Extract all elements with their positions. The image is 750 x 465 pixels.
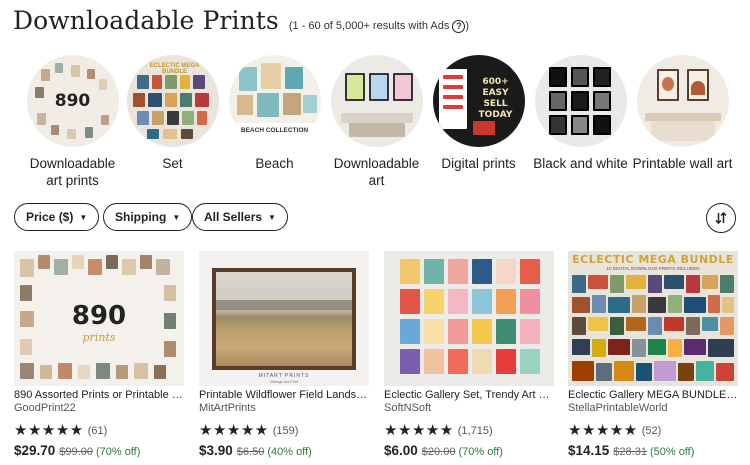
- category-beach[interactable]: BEACH COLLECTION Beach: [222, 55, 327, 172]
- category-image: BEACH COLLECTION: [228, 55, 321, 147]
- listing-card[interactable]: ECLECTIC MEGA BUNDLE 10 DIGITAL DOWNLOAD…: [568, 251, 738, 458]
- sale-price: $6.00: [384, 443, 418, 458]
- price-row: $6.00 $20.00 (70% off): [384, 443, 554, 458]
- sale-price: $3.90: [199, 443, 233, 458]
- filter-bar: Price ($) ▼ Shipping ▼ All Sellers ▼: [14, 203, 736, 233]
- caret-down-icon: ▼: [268, 212, 276, 222]
- review-count: (61): [87, 424, 108, 437]
- listing-image[interactable]: 890 prints: [14, 251, 184, 386]
- listing-title[interactable]: 890 Assorted Prints or Printable Wall Ar…: [14, 389, 184, 401]
- category-image: ECLECTIC MEGA BUNDLE: [126, 55, 219, 147]
- sale-price: $14.15: [568, 443, 610, 458]
- results-count: (1 - 60 of 5,000+ results with Ads ? ): [288, 19, 470, 33]
- price-filter-button[interactable]: Price ($) ▼: [14, 203, 100, 231]
- listing-card[interactable]: Eclectic Gallery Set, Trendy Art Prints …: [384, 251, 554, 458]
- category-label: Set: [162, 156, 183, 171]
- category-label: Downloadable art: [333, 156, 420, 188]
- category-circle-text: 890: [54, 91, 91, 111]
- listing-image-text: ECLECTIC MEGA BUNDLE: [572, 253, 734, 266]
- category-set[interactable]: ECLECTIC MEGA BUNDLE Set: [120, 55, 225, 172]
- price-row: $29.70 $99.00 (70% off): [14, 443, 184, 458]
- sort-icon: [715, 212, 727, 224]
- caret-down-icon: ▼: [172, 212, 181, 222]
- category-image: 600+ EASY SELL TODAY: [432, 55, 525, 147]
- listing-card[interactable]: 890 prints 890 Assorted Prints or Printa…: [14, 251, 184, 458]
- category-printable-wall-art[interactable]: Printable wall art: [630, 55, 735, 172]
- original-price: $99.00: [59, 446, 93, 458]
- shop-name[interactable]: MitArtPrints: [199, 402, 369, 414]
- category-label: Black and white: [533, 156, 628, 171]
- original-price: $20.00: [421, 446, 456, 458]
- listing-title[interactable]: Printable Wildflower Field Landscape: [199, 389, 369, 401]
- rating: ★★★★★ (61): [14, 423, 184, 438]
- star-rating-icon: ★★★★★: [384, 422, 454, 439]
- listing-image[interactable]: [384, 251, 554, 386]
- page-title: Downloadable Prints: [13, 6, 279, 35]
- category-image: 890: [26, 55, 119, 147]
- sellers-filter-label: All Sellers: [204, 210, 263, 224]
- discount: (70% off): [95, 446, 141, 458]
- results-close: ): [465, 20, 470, 32]
- price-row: $3.90 $6.50 (40% off): [199, 443, 369, 458]
- listing-image-subtext: prints: [82, 331, 116, 344]
- listing-title[interactable]: Eclectic Gallery MEGA BUNDLE Printable: [568, 389, 738, 401]
- shop-name[interactable]: SoftNSoft: [384, 402, 554, 414]
- rating: ★★★★★ (1,715): [384, 423, 554, 438]
- category-label: Beach: [255, 156, 294, 171]
- listing-image[interactable]: ECLECTIC MEGA BUNDLE 10 DIGITAL DOWNLOAD…: [568, 251, 738, 386]
- star-rating-icon: ★★★★★: [199, 422, 269, 439]
- sellers-filter-button[interactable]: All Sellers ▼: [192, 203, 288, 231]
- shipping-filter-button[interactable]: Shipping ▼: [103, 203, 193, 231]
- review-count: (1,715): [457, 424, 493, 437]
- category-label: Digital prints: [441, 156, 516, 171]
- listing-image-subtext: 10 DIGITAL DOWNLOAD PRINTS INCLUDED: [606, 266, 700, 271]
- caret-down-icon: ▼: [79, 212, 88, 222]
- shop-name[interactable]: StellaPrintableWorld: [568, 402, 738, 414]
- review-count: (52): [641, 424, 662, 437]
- original-price: $6.50: [236, 446, 265, 458]
- rating: ★★★★★ (52): [568, 423, 738, 438]
- discount: (70% off): [458, 446, 503, 458]
- sale-price: $29.70: [14, 443, 56, 458]
- discount: (40% off): [267, 446, 312, 458]
- listing-image-subtext: Vintage Art Print: [269, 379, 299, 384]
- shop-name[interactable]: GoodPrint22: [14, 402, 184, 414]
- original-price: $28.31: [613, 446, 647, 458]
- category-image: [330, 55, 423, 147]
- category-circle-text: ECLECTIC MEGA BUNDLE: [149, 63, 200, 75]
- listing-title[interactable]: Eclectic Gallery Set, Trendy Art Prints: [384, 389, 554, 401]
- star-rating-icon: ★★★★★: [14, 422, 84, 439]
- category-downloadable-art[interactable]: Downloadable art: [324, 55, 429, 189]
- category-downloadable-art-prints[interactable]: 890 Downloadable art prints: [20, 55, 125, 189]
- results-text: (1 - 60 of 5,000+ results with Ads: [288, 20, 450, 32]
- price-filter-label: Price ($): [26, 210, 74, 224]
- category-digital-prints[interactable]: 600+ EASY SELL TODAY Digital prints: [426, 55, 531, 172]
- category-black-and-white[interactable]: Black and white: [528, 55, 633, 172]
- listing-image-text: 890: [71, 301, 127, 331]
- frame: [212, 268, 356, 370]
- category-circle-text: 600+ EASY SELL TODAY: [478, 77, 513, 120]
- price-row: $14.15 $28.31 (50% off): [568, 443, 738, 458]
- rating: ★★★★★ (159): [199, 423, 369, 438]
- sort-button[interactable]: [706, 203, 736, 233]
- category-label: Printable wall art: [632, 156, 733, 171]
- page-header: Downloadable Prints (1 - 60 of 5,000+ re…: [13, 6, 469, 35]
- star-rating-icon: ★★★★★: [568, 422, 638, 439]
- listing-image[interactable]: MITART PRINTS Vintage Art Print: [199, 251, 369, 386]
- category-carousel: 890 Downloadable art prints ECLECTIC MEG…: [20, 55, 735, 195]
- listing-card[interactable]: MITART PRINTS Vintage Art Print Printabl…: [199, 251, 369, 458]
- help-icon[interactable]: ?: [452, 19, 466, 33]
- shipping-filter-label: Shipping: [115, 210, 167, 224]
- category-label: Downloadable art prints: [29, 156, 116, 188]
- category-circle-text: BEACH COLLECTION: [228, 123, 321, 147]
- category-image: [534, 55, 627, 147]
- category-image: [636, 55, 729, 147]
- discount: (50% off): [649, 446, 695, 458]
- review-count: (159): [272, 424, 299, 437]
